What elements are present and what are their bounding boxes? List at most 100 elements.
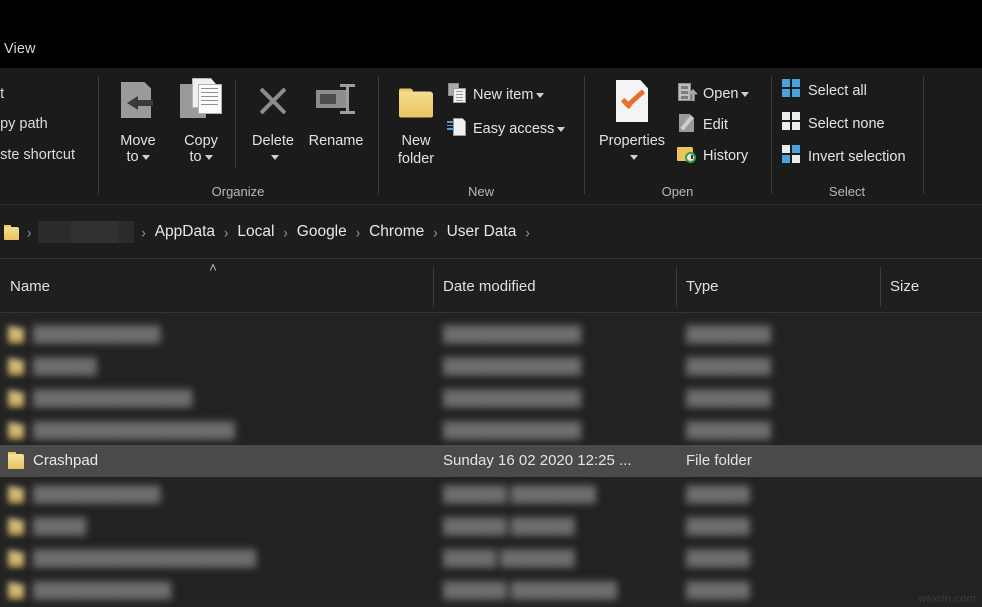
file-name: ████████████ bbox=[33, 326, 161, 343]
ribbon-group-new: New folder New item Easy access New bbox=[379, 68, 583, 205]
file-date-modified: ██████ ████████ bbox=[443, 486, 596, 503]
open-label: Open bbox=[703, 86, 739, 102]
table-row[interactable]: █████████████████████ █████ ███████ ████… bbox=[0, 543, 982, 575]
file-date-modified: █████████████ bbox=[443, 326, 582, 343]
watermark: wsxdn.com bbox=[918, 593, 976, 605]
folder-icon bbox=[8, 486, 25, 503]
ribbon-group-select: Select all Select none Invert selection … bbox=[772, 68, 922, 205]
invert-selection-button[interactable]: Invert selection bbox=[782, 144, 906, 170]
sort-ascending-icon: ˄ bbox=[209, 260, 217, 275]
breadcrumb-separator-1[interactable]: › bbox=[136, 223, 150, 240]
cut-button[interactable]: ut bbox=[0, 86, 4, 102]
group-label-select: Select bbox=[828, 184, 866, 199]
folder-icon bbox=[8, 422, 25, 439]
select-all-button[interactable]: Select all bbox=[782, 78, 867, 104]
folder-icon bbox=[4, 224, 20, 240]
select-none-icon bbox=[782, 112, 802, 132]
copy-to-icon bbox=[178, 78, 224, 128]
new-folder-button[interactable]: New folder bbox=[379, 76, 453, 168]
breadcrumb-separator-6[interactable]: › bbox=[520, 223, 534, 240]
edit-label: Edit bbox=[703, 117, 728, 133]
history-button[interactable]: History bbox=[677, 143, 748, 169]
new-item-button[interactable]: New item bbox=[447, 82, 545, 108]
breadcrumb-separator-2[interactable]: › bbox=[219, 223, 233, 240]
easy-access-button[interactable]: Easy access bbox=[447, 116, 566, 142]
new-folder-label-line2: folder bbox=[397, 151, 435, 167]
folder-icon bbox=[8, 390, 25, 407]
ribbon-group-organize: Move to Copy to Delete Rename Organize bbox=[99, 68, 377, 205]
file-name: █████████████████████ bbox=[33, 550, 257, 567]
file-type: ████████ bbox=[686, 358, 772, 375]
easy-access-icon bbox=[447, 117, 467, 137]
chevron-down-icon[interactable] bbox=[141, 154, 150, 160]
history-label: History bbox=[703, 148, 749, 164]
invert-selection-label: Invert selection bbox=[808, 149, 906, 165]
folder-icon bbox=[8, 582, 25, 599]
easy-access-label: Easy access bbox=[473, 121, 555, 137]
group-label-open: Open bbox=[661, 184, 694, 199]
table-row[interactable]: ███████████████ █████████████ ████████ bbox=[0, 383, 982, 415]
ribbon-group-clipboard: ut opy path aste shortcut bbox=[0, 68, 98, 205]
table-row[interactable]: ███████████████████ █████████████ ██████… bbox=[0, 415, 982, 447]
ribbon: ut opy path aste shortcut Move to bbox=[0, 68, 982, 205]
tab-view[interactable]: View bbox=[4, 41, 36, 57]
properties-label: Properties bbox=[598, 133, 666, 149]
breadcrumb-item-google[interactable]: Google bbox=[293, 223, 351, 241]
file-name: ████████████ bbox=[33, 486, 161, 503]
chevron-down-icon[interactable] bbox=[536, 92, 545, 98]
chevron-down-icon[interactable] bbox=[629, 154, 638, 160]
chevron-down-icon[interactable] bbox=[204, 154, 213, 160]
file-date-modified: █████ ███████ bbox=[443, 550, 575, 567]
rename-button[interactable]: Rename bbox=[299, 76, 373, 150]
table-row[interactable]: ████████████ ██████ ████████ ██████ bbox=[0, 479, 982, 511]
breadcrumb-item-redacted[interactable] bbox=[38, 221, 135, 243]
table-row[interactable]: █████████████ ██████ ██████████ ██████ bbox=[0, 575, 982, 607]
chevron-down-icon[interactable] bbox=[741, 91, 750, 97]
folder-icon bbox=[8, 518, 25, 535]
ribbon-group-open: Properties Open Edit History Open bbox=[585, 68, 770, 205]
select-none-button[interactable]: Select none bbox=[782, 111, 885, 137]
file-name: Crashpad bbox=[33, 452, 99, 469]
edit-button[interactable]: Edit bbox=[677, 112, 728, 138]
file-date-modified: █████████████ bbox=[443, 390, 582, 407]
file-date-modified: ██████ ██████████ bbox=[443, 582, 618, 599]
breadcrumb-item-chrome[interactable]: Chrome bbox=[365, 223, 428, 241]
file-type: ████████ bbox=[686, 390, 772, 407]
column-header-type[interactable]: Type bbox=[676, 259, 880, 313]
file-name: ███████████████ bbox=[33, 390, 193, 407]
breadcrumb-item-user-data[interactable]: User Data bbox=[443, 223, 521, 241]
address-bar[interactable]: › › AppData › Local › Google › Chrome › … bbox=[0, 205, 982, 259]
breadcrumb-separator-3[interactable]: › bbox=[278, 223, 292, 240]
chevron-down-icon[interactable] bbox=[270, 154, 279, 160]
file-explorer-window: View ut opy path aste shortcut Move to bbox=[0, 0, 982, 607]
open-icon bbox=[677, 82, 698, 102]
group-label-organize: Organize bbox=[211, 184, 265, 199]
table-row[interactable]: █████ ██████ ██████ ██████ bbox=[0, 511, 982, 543]
table-row[interactable]: ██████ █████████████ ████████ bbox=[0, 351, 982, 383]
table-row[interactable]: ████████████ █████████████ ████████ bbox=[0, 319, 982, 351]
copy-path-button[interactable]: opy path bbox=[0, 116, 48, 132]
file-date-modified: ██████ ██████ bbox=[443, 518, 575, 535]
edit-icon bbox=[677, 113, 697, 133]
select-all-label: Select all bbox=[808, 83, 867, 99]
breadcrumb-separator-4[interactable]: › bbox=[351, 223, 365, 240]
properties-button[interactable]: Properties bbox=[589, 76, 675, 164]
paste-shortcut-button[interactable]: aste shortcut bbox=[0, 147, 75, 163]
file-date-modified: █████████████ bbox=[443, 358, 582, 375]
chevron-down-icon[interactable] bbox=[557, 126, 566, 132]
copy-to-button[interactable]: Copy to bbox=[164, 76, 238, 164]
breadcrumb: › › AppData › Local › Google › Chrome › … bbox=[0, 205, 535, 259]
table-row-selected[interactable]: Crashpad Sunday 16 02 2020 12:25 ... Fil… bbox=[0, 445, 982, 477]
select-all-icon bbox=[782, 79, 802, 99]
breadcrumb-separator-0[interactable]: › bbox=[22, 223, 36, 240]
column-header-size[interactable]: Size bbox=[880, 259, 982, 313]
file-list[interactable]: ████████████ █████████████ ████████ ████… bbox=[0, 313, 982, 607]
open-button[interactable]: Open bbox=[677, 81, 750, 107]
file-type: ████████ bbox=[686, 326, 772, 343]
file-date-modified: Sunday 16 02 2020 12:25 ... bbox=[443, 452, 632, 469]
breadcrumb-item-appdata[interactable]: AppData bbox=[151, 223, 219, 241]
column-header-date-modified[interactable]: Date modified bbox=[433, 259, 676, 313]
history-icon bbox=[677, 144, 697, 164]
breadcrumb-separator-5[interactable]: › bbox=[428, 223, 442, 240]
breadcrumb-item-local[interactable]: Local bbox=[233, 223, 278, 241]
